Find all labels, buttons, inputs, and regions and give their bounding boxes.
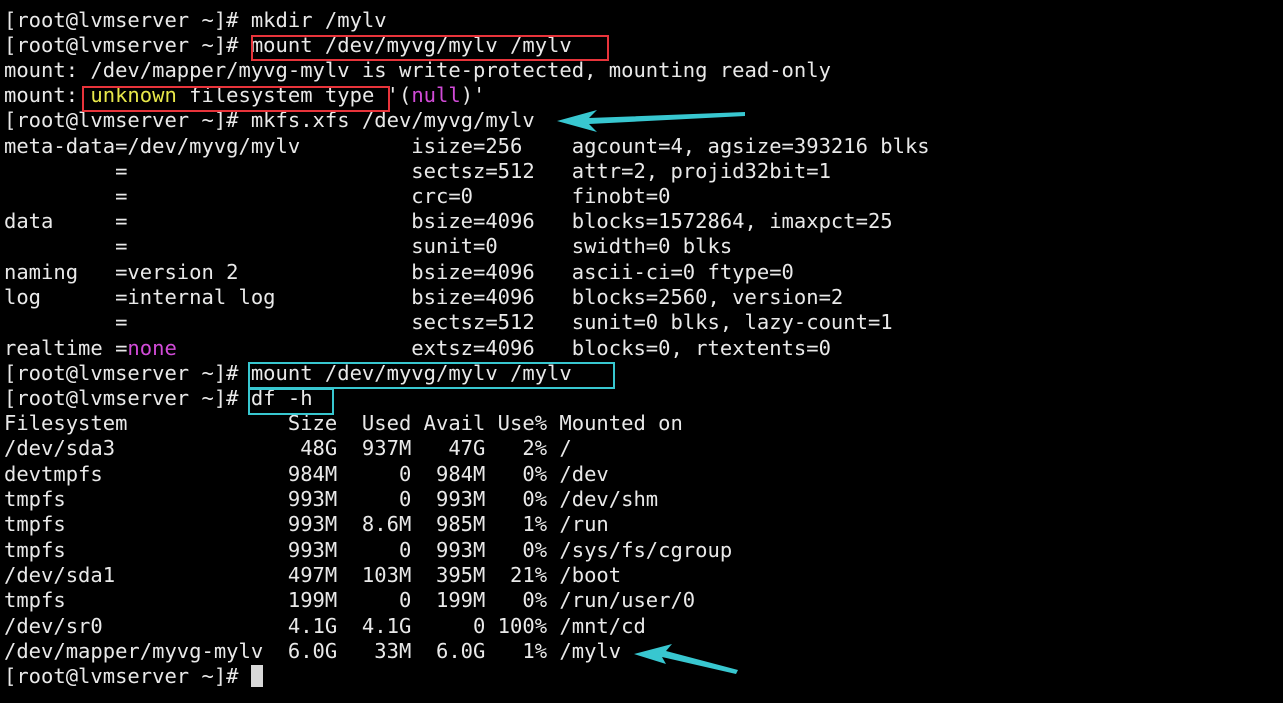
df-header-row: Filesystem Size Used Avail Use% Mounted …: [4, 411, 683, 435]
terminal-window[interactable]: [root@lvmserver ~]# mkdir /mylv [root@lv…: [0, 0, 1283, 703]
terminal-line: [root@lvmserver ~]# mkdir /mylv: [4, 8, 387, 33]
text-cursor: [250, 665, 263, 687]
shell-prompt: [root@lvmserver ~]#: [4, 8, 251, 32]
df-row: tmpfs 993M 0 993M 0% /dev/shm: [4, 487, 659, 511]
terminal-output-line: meta-data=/dev/myvg/mylv isize=256 agcou…: [4, 134, 930, 158]
terminal-line[interactable]: [root@lvmserver ~]#: [4, 664, 263, 689]
terminal-output-line: = sectsz=512 sunit=0 blks, lazy-count=1: [4, 310, 893, 334]
terminal-output-line: mount: /dev/mapper/myvg-mylv is write-pr…: [4, 58, 831, 82]
red-highlight-box: [82, 86, 390, 112]
df-row: devtmpfs 984M 0 984M 0% /dev: [4, 462, 609, 486]
df-row: tmpfs 993M 0 993M 0% /sys/fs/cgroup: [4, 538, 733, 562]
output-text: extsz=4096 blocks=0, rtextents=0: [176, 336, 831, 360]
shell-prompt: [root@lvmserver ~]#: [4, 664, 251, 688]
terminal-output-line: naming =version 2 bsize=4096 ascii-ci=0 …: [4, 260, 794, 284]
output-text: realtime =: [4, 336, 128, 360]
terminal-output-line: realtime =none extsz=4096 blocks=0, rtex…: [4, 336, 831, 361]
cyan-highlight-box: [248, 388, 334, 415]
terminal-output-line: = crc=0 finobt=0: [4, 184, 671, 208]
shell-prompt: [root@lvmserver ~]#: [4, 361, 251, 385]
df-row: tmpfs 199M 0 199M 0% /run/user/0: [4, 588, 696, 612]
shell-prompt: [root@lvmserver ~]#: [4, 33, 251, 57]
df-row: /dev/sda1 497M 103M 395M 21% /boot: [4, 563, 622, 587]
shell-prompt: [root@lvmserver ~]#: [4, 386, 251, 410]
none-keyword: none: [127, 336, 177, 360]
terminal-output-line: = sunit=0 swidth=0 blks: [4, 234, 733, 258]
df-row: /dev/mapper/myvg-mylv 6.0G 33M 6.0G 1% /…: [4, 639, 622, 663]
cyan-highlight-box: [248, 362, 615, 389]
null-keyword: null: [411, 83, 461, 107]
red-highlight-box: [251, 35, 609, 61]
df-row: tmpfs 993M 8.6M 985M 1% /run: [4, 512, 609, 536]
output-text: )': [460, 83, 486, 107]
terminal-output-line: = sectsz=512 attr=2, projid32bit=1: [4, 159, 831, 183]
cyan-arrow-icon: [634, 644, 738, 674]
cyan-arrow-icon: [557, 110, 745, 132]
output-text: mount:: [4, 83, 91, 107]
df-row: /dev/sr0 4.1G 4.1G 0 100% /mnt/cd: [4, 614, 646, 638]
df-row: /dev/sda3 48G 937M 47G 2% /: [4, 436, 572, 460]
command-text: mkdir /mylv: [250, 8, 387, 32]
terminal-output-line: log =internal log bsize=4096 blocks=2560…: [4, 285, 844, 309]
terminal-output-line: data = bsize=4096 blocks=1572864, imaxpc…: [4, 209, 893, 233]
